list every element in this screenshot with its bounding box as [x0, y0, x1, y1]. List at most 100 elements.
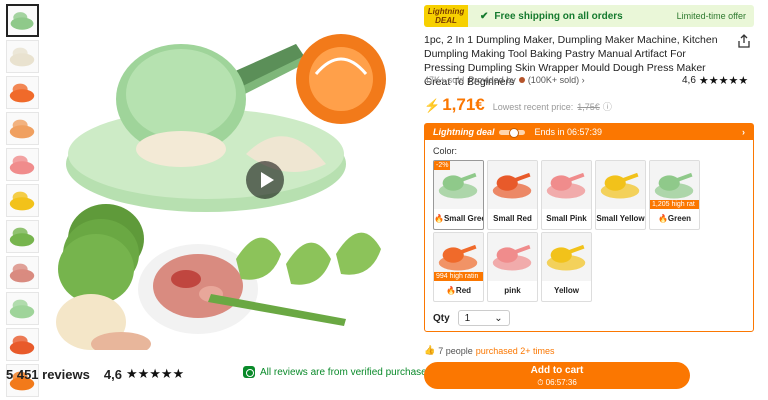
lightning-icon: ⚡ [424, 98, 441, 113]
high-rating-strip: 1,205 high rat [650, 200, 699, 209]
lowest-price-value: 1,75€ [577, 102, 600, 112]
cart-timer: ⏱ 06:57:36 [537, 378, 577, 387]
people-count: 7 people [438, 345, 473, 356]
dumpling-wrapper-thumb[interactable] [6, 40, 39, 73]
flame-icon: 🔥 [445, 286, 456, 295]
dumpling-plate-thumb[interactable] [6, 256, 39, 289]
quantity-row: Qty 1 ⌄ [433, 310, 510, 326]
check-icon: ✔ [480, 10, 489, 22]
rating-stars-icon: ★★★★★ [125, 366, 185, 381]
promo-banner: Lightning DEAL ✔ Free shipping on all or… [424, 5, 754, 27]
rating-stars-icon: ★★★★★ [698, 75, 749, 87]
dumpling-maker-illustration [56, 34, 386, 350]
color-option[interactable]: -2% 🔥Small Green [433, 160, 484, 230]
color-label: Color: [433, 146, 458, 156]
color-option[interactable]: 1,205 high rat 🔥Green [649, 160, 700, 230]
share-icon[interactable] [737, 34, 751, 48]
color-option-image [542, 161, 591, 209]
lightning-deal-box: Lightning deal Ends in 06:57:39 › Color:… [424, 123, 754, 332]
purchased-text: purchased 2+ times [475, 345, 555, 356]
quantity-select[interactable]: 1 ⌄ [457, 310, 510, 326]
color-option-name: Green [667, 214, 692, 223]
lightning-deal-logo: Lightning DEAL [424, 5, 468, 27]
reviews-summary[interactable]: 5 451 reviews 4,6 ★★★★★ [6, 366, 184, 382]
dumpling-red-thumb[interactable] [6, 76, 39, 109]
play-video-button[interactable] [246, 161, 284, 199]
discount-badge: -2% [434, 161, 451, 170]
chevron-right-icon[interactable]: › [579, 75, 585, 85]
color-option-name: Small Green [443, 214, 483, 223]
verified-purchases-note: All reviews are from verified purchases [243, 366, 432, 378]
color-option-name: Small Pink [546, 214, 587, 223]
color-option-label: 🔥Small Green [434, 209, 483, 229]
sold-count: 47K+ sold [424, 75, 465, 85]
info-icon[interactable]: ⓘ [603, 100, 612, 113]
flame-icon: 🔥 [657, 214, 668, 223]
color-option-name: pink [504, 286, 521, 295]
color-option-label: Small Pink [542, 209, 591, 229]
main-product-image[interactable] [46, 4, 392, 350]
product-rating[interactable]: 4,6 ★★★★★ [682, 74, 748, 87]
color-option-image [488, 161, 537, 209]
cart-timer-value: 06:57:36 [545, 378, 577, 387]
color-option[interactable]: Yellow [541, 232, 592, 302]
seller-meta: 47K+ sold Provided by (100K+ sold) › [424, 75, 585, 85]
deal-header[interactable]: Lightning deal Ends in 06:57:39 › [425, 124, 753, 140]
color-option-image [596, 161, 645, 209]
purchase-social-proof: 👍 7 people purchased 2+ times [424, 345, 555, 356]
color-option-name: Small Red [493, 214, 532, 223]
color-option-image [488, 233, 537, 281]
color-option-image: -2% [434, 161, 483, 209]
color-option-name: Red [455, 286, 472, 295]
color-option[interactable]: 994 high ratin 🔥Red [433, 232, 484, 302]
color-option-label: Small Red [488, 209, 537, 229]
provided-label: Provided by [468, 75, 516, 85]
add-to-cart-button[interactable]: Add to cart ⏱ 06:57:36 [424, 362, 690, 389]
dumpling-steps-thumb[interactable] [6, 112, 39, 145]
deal-label: Lightning deal [433, 127, 495, 137]
dumpling-yellow-thumb[interactable] [6, 184, 39, 217]
color-option[interactable]: Small Red [487, 160, 538, 230]
review-score: 4,6 [103, 366, 122, 382]
color-option-label: pink [488, 281, 537, 301]
color-option-label: 🔥Green [650, 209, 699, 229]
review-count[interactable]: 5 451 reviews [6, 367, 90, 382]
dumpling-green-thumb[interactable] [6, 220, 39, 253]
seller-avatar-icon [518, 77, 525, 83]
color-option-name: Yellow [554, 286, 579, 295]
verified-text: All reviews are from verified purchases [260, 366, 432, 378]
color-option-image: 994 high ratin [434, 233, 483, 281]
color-option-label: Yellow [542, 281, 591, 301]
color-option-label: Small Yellow [596, 209, 645, 229]
product-rating-score: 4,6 [682, 75, 696, 86]
price-row: ⚡ 1,71€ Lowest recent price: 1,75€ ⓘ [424, 95, 612, 115]
verified-shield-icon [243, 366, 255, 378]
deal-timer: Ends in 06:57:39 [534, 127, 603, 137]
chevron-right-icon[interactable]: › [742, 127, 745, 137]
free-shipping-text: ✔ Free shipping on all orders [480, 11, 623, 22]
color-option-name: Small Yellow [596, 214, 645, 223]
seller-sales[interactable]: (100K+ sold) [528, 75, 579, 85]
color-option-image: 1,205 high rat [650, 161, 699, 209]
high-rating-strip: 994 high ratin [434, 272, 483, 281]
dumpling-red-press-thumb[interactable] [6, 328, 39, 361]
dumpling-grid-thumb[interactable] [6, 292, 39, 325]
color-option[interactable]: Small Pink [541, 160, 592, 230]
dumpling-pink-thumb[interactable] [6, 148, 39, 181]
color-option[interactable]: pink [487, 232, 538, 302]
thumbnail-strip [6, 4, 42, 400]
color-option-image [542, 233, 591, 281]
deal-progress-icon [498, 127, 525, 138]
free-shipping-label: Free shipping on all orders [494, 10, 623, 22]
color-option[interactable]: Small Yellow [595, 160, 646, 230]
chevron-down-icon: ⌄ [494, 312, 503, 324]
flame-icon: 🔥 [434, 214, 444, 223]
dumpling-maker-thumb[interactable] [6, 4, 39, 37]
add-to-cart-label: Add to cart [530, 365, 584, 376]
lowest-price-label: Lowest recent price: [492, 102, 574, 112]
current-price: 1,71€ [442, 95, 485, 114]
quantity-label: Qty [433, 312, 450, 324]
color-option-label: 🔥Red [434, 281, 483, 301]
thumbs-up-icon: 👍 [424, 345, 436, 355]
limited-time-text: Limited-time offer [676, 11, 746, 21]
